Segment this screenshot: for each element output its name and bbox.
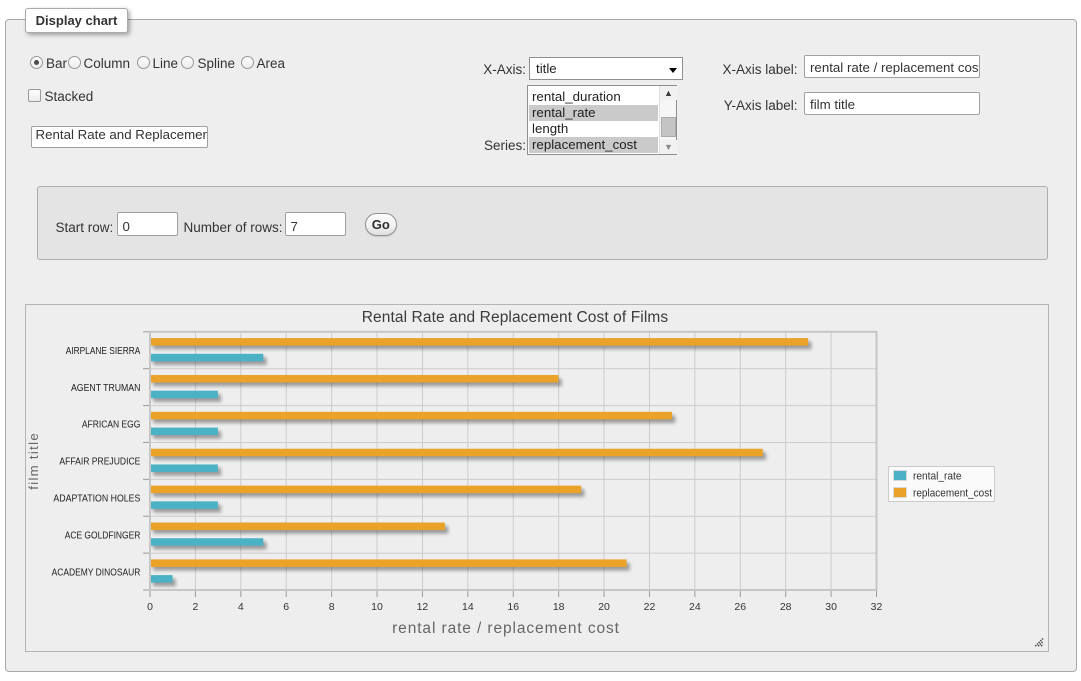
svg-text:12: 12: [417, 601, 429, 613]
svg-text:rental_rate: rental_rate: [913, 471, 962, 483]
svg-text:26: 26: [734, 601, 746, 613]
svg-text:AIRPLANE SIERRA: AIRPLANE SIERRA: [66, 346, 141, 357]
svg-text:Rental Rate and Replacement Co: Rental Rate and Replacement Cost of Film…: [362, 309, 669, 326]
svg-text:4: 4: [238, 601, 244, 613]
svg-text:20: 20: [598, 601, 610, 613]
svg-text:AGENT TRUMAN: AGENT TRUMAN: [71, 383, 140, 394]
svg-text:ACADEMY DINOSAUR: ACADEMY DINOSAUR: [52, 567, 141, 578]
svg-text:8: 8: [329, 601, 335, 613]
svg-text:16: 16: [507, 601, 519, 613]
svg-text:film title: film title: [26, 432, 41, 490]
svg-text:2: 2: [192, 601, 198, 613]
svg-text:28: 28: [780, 601, 792, 613]
svg-text:0: 0: [147, 601, 153, 613]
svg-text:rental rate / replacement cost: rental rate / replacement cost: [392, 620, 620, 637]
svg-text:18: 18: [553, 601, 565, 613]
svg-text:AFFAIR PREJUDICE: AFFAIR PREJUDICE: [59, 457, 140, 468]
svg-text:AFRICAN EGG: AFRICAN EGG: [82, 420, 141, 431]
svg-text:22: 22: [644, 601, 656, 613]
svg-text:replacement_cost: replacement_cost: [913, 488, 992, 500]
svg-text:24: 24: [689, 601, 701, 613]
svg-text:14: 14: [462, 601, 474, 613]
svg-text:10: 10: [371, 601, 383, 613]
svg-text:32: 32: [871, 601, 883, 613]
svg-text:6: 6: [283, 601, 289, 613]
svg-text:30: 30: [825, 601, 837, 613]
svg-text:ADAPTATION HOLES: ADAPTATION HOLES: [53, 493, 140, 504]
svg-text:ACE GOLDFINGER: ACE GOLDFINGER: [65, 530, 141, 541]
